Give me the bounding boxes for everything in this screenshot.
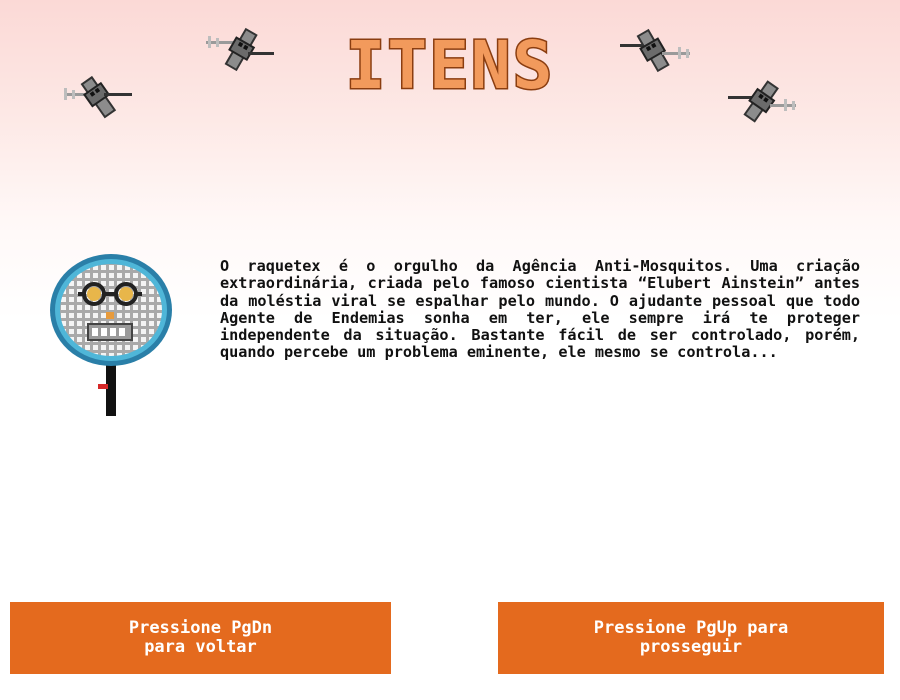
mosquito-icon (202, 22, 282, 88)
page-title-text: ITENS (346, 34, 555, 98)
item-description: O raquetex é o orgulho da Agência Anti-M… (220, 257, 860, 362)
next-button[interactable]: Pressione PgUp para prosseguir (498, 602, 884, 674)
mosquito-icon (614, 22, 694, 88)
mosquito-icon (58, 62, 138, 128)
racket-robot-icon (44, 248, 180, 418)
back-button[interactable]: Pressione PgDn para voltar (10, 602, 391, 674)
mosquito-icon (722, 72, 802, 138)
page-title: ITENS (318, 34, 582, 98)
